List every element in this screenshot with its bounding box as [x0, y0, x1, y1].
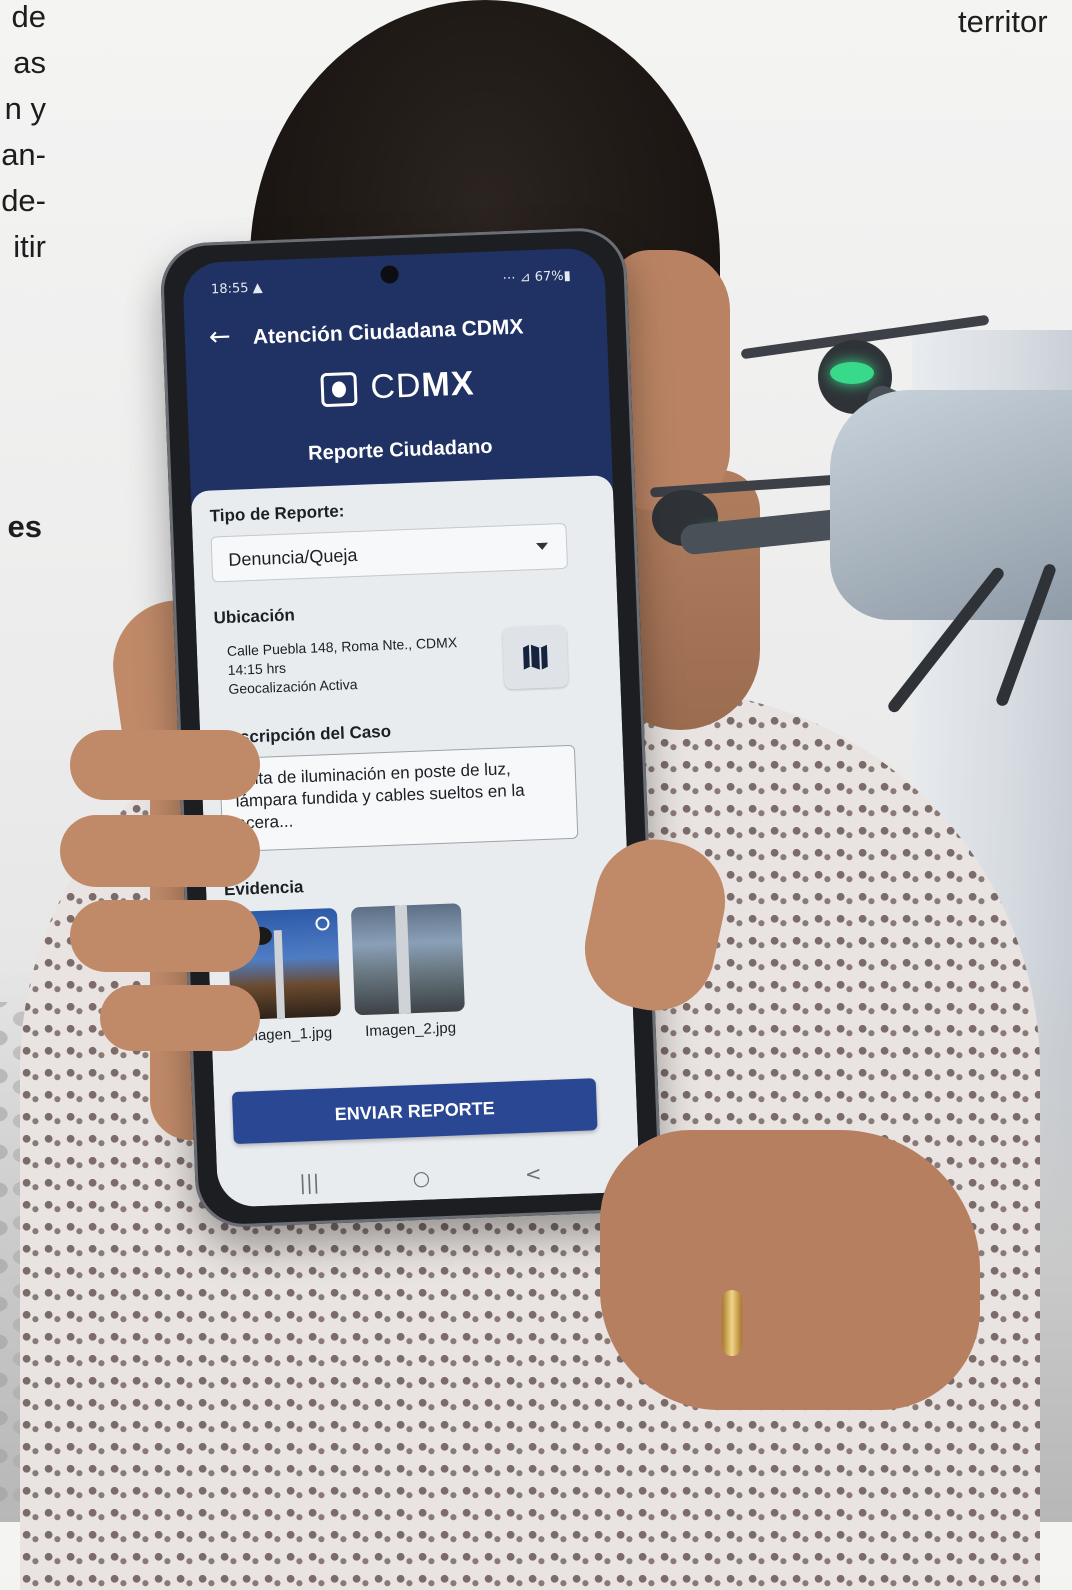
drone: [640, 270, 1072, 770]
submit-report-button[interactable]: ENVIAR REPORTE: [231, 1078, 598, 1145]
finger: [60, 815, 260, 887]
report-type-select[interactable]: Denuncia/Queja: [210, 522, 569, 583]
status-time: 18:55 ▲: [210, 280, 263, 298]
wedding-ring: [722, 1290, 742, 1356]
app-bar: ← Atención Ciudadana CDMX: [184, 299, 608, 365]
nav-back-icon[interactable]: <: [513, 1156, 554, 1192]
thumbnail-pole: [394, 905, 411, 1014]
select-circle-icon: [315, 916, 330, 931]
home-icon[interactable]: ○: [401, 1160, 442, 1196]
finger: [70, 730, 260, 800]
phone-screen: 18:55 ▲ ⋯ ⊿ 67%▮ ← Atención Ciudadana CD…: [182, 247, 640, 1208]
logo-prefix: CD: [369, 366, 423, 407]
smartphone: 18:55 ▲ ⋯ ⊿ 67%▮ ← Atención Ciudadana CD…: [159, 226, 663, 1229]
text-fragment: itir: [13, 229, 46, 264]
evidence-caption: Imagen_2.jpg: [364, 1019, 457, 1040]
thumbnail-pole: [273, 930, 286, 1019]
cdmx-logo: CDMX: [186, 359, 610, 425]
app-title: Atención Ciudadana CDMX: [252, 315, 524, 349]
description-textarea[interactable]: Falta de iluminación en poste de luz, lá…: [219, 744, 579, 853]
map-button[interactable]: [502, 624, 569, 690]
finger: [100, 985, 260, 1051]
logo-suffix: MX: [420, 364, 476, 405]
text-fragment: de-: [1, 183, 46, 218]
finger: [70, 900, 260, 972]
top-right-text-fragment: territor: [958, 4, 1048, 39]
drone-body: [830, 390, 1072, 620]
map-icon: [523, 644, 548, 671]
text-fragment: an-: [1, 137, 46, 172]
bold-text-fragment: es: [7, 509, 42, 544]
dropdown-caret-icon: [536, 542, 549, 551]
location-label: Ubicación: [213, 605, 296, 628]
text-fragment: de: [11, 0, 46, 34]
logo-wordmark: CDMX: [370, 364, 476, 407]
location-details: Calle Puebla 148, Roma Nte., CDMX 14:15 …: [227, 631, 519, 699]
shield-logo-icon: [320, 371, 358, 407]
drone-led-green: [830, 362, 874, 384]
status-indicators: ⋯ ⊿ 67%▮: [502, 268, 572, 287]
evidence-thumbnail[interactable]: [350, 903, 465, 1016]
lower-hand: [600, 1130, 980, 1410]
text-fragment: n y: [4, 91, 46, 126]
recents-icon[interactable]: |||: [289, 1164, 330, 1200]
back-arrow-icon[interactable]: ←: [202, 321, 237, 356]
page-subtitle: Reporte Ciudadano: [307, 435, 493, 465]
text-fragment: as: [13, 45, 46, 80]
left-paragraph-fragments: de as n y an- de- itir: [0, 0, 46, 270]
report-type-value: Denuncia/Queja: [228, 544, 358, 570]
report-type-label: Tipo de Reporte:: [209, 501, 345, 526]
android-nav-bar: ||| ○ <: [217, 1147, 640, 1208]
